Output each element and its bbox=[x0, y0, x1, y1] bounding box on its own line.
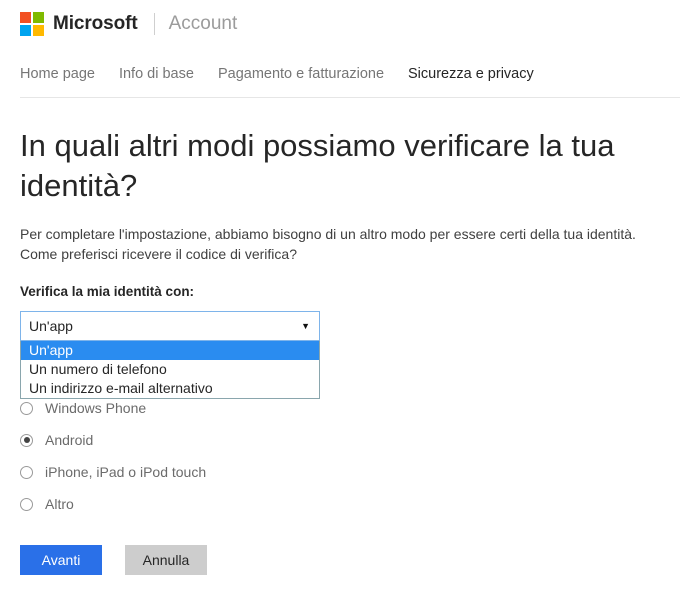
verification-method-dropdown-list[interactable]: Un'app Un numero di telefono Un indirizz… bbox=[20, 341, 320, 399]
nav-item-home-page[interactable]: Home page bbox=[20, 66, 95, 82]
logo-tile-blue bbox=[20, 25, 31, 36]
radio-row-iphone[interactable]: iPhone, iPad o iPod touch bbox=[20, 456, 340, 488]
page-title: In quali altri modi possiamo verificare … bbox=[20, 128, 615, 203]
radio-icon-windows-phone[interactable] bbox=[20, 401, 33, 415]
device-type-radio-group: Windows Phone Android iPhone, iPad o iPo… bbox=[20, 392, 340, 520]
radio-icon-iphone[interactable] bbox=[20, 465, 33, 479]
radio-label-altro: Altro bbox=[45, 496, 74, 512]
dropdown-option-alternate-email[interactable]: Un indirizzo e-mail alternativo bbox=[21, 379, 319, 398]
next-button[interactable]: Avanti bbox=[20, 545, 102, 575]
page-header: Microsoft Account bbox=[0, 0, 680, 56]
select-selected-value: Un'app bbox=[29, 318, 73, 334]
form-actions: Avanti Annulla bbox=[20, 545, 207, 575]
brand-separator bbox=[153, 13, 155, 35]
nav-item-sicurezza-e-privacy[interactable]: Sicurezza e privacy bbox=[408, 66, 534, 82]
radio-label-android: Android bbox=[45, 432, 94, 448]
brand-lockup[interactable]: Microsoft Account bbox=[20, 12, 237, 36]
radio-row-altro[interactable]: Altro bbox=[20, 488, 340, 520]
nav-item-info-di-base[interactable]: Info di base bbox=[119, 66, 194, 82]
chevron-down-icon: ▼ bbox=[301, 320, 310, 331]
radio-label-iphone: iPhone, iPad o iPod touch bbox=[45, 464, 207, 480]
brand-name: Microsoft bbox=[53, 13, 138, 34]
logo-tile-yellow bbox=[33, 25, 44, 36]
radio-icon-android[interactable] bbox=[20, 433, 33, 447]
nav-item-pagamento-e-fatturazione[interactable]: Pagamento e fatturazione bbox=[218, 66, 384, 82]
select-closed-display[interactable]: Un'app ▼ bbox=[20, 311, 320, 341]
primary-nav: Home page Info di base Pagamento e fattu… bbox=[20, 66, 558, 82]
dropdown-option-phone-number[interactable]: Un numero di telefono bbox=[21, 360, 319, 379]
microsoft-logo-icon bbox=[20, 12, 44, 36]
verification-method-select[interactable]: Un'app ▼ bbox=[20, 311, 320, 341]
radio-row-android[interactable]: Android bbox=[20, 424, 340, 456]
cancel-button[interactable]: Annulla bbox=[125, 545, 207, 575]
logo-tile-red bbox=[20, 12, 31, 23]
verification-method-label: Verifica la mia identità con: bbox=[20, 284, 195, 299]
intro-paragraph: Per completare l'impostazione, abbiamo b… bbox=[20, 226, 636, 262]
radio-label-windows-phone: Windows Phone bbox=[45, 400, 147, 416]
dropdown-option-app[interactable]: Un'app bbox=[21, 341, 319, 360]
logo-tile-green bbox=[33, 12, 44, 23]
nav-divider bbox=[20, 97, 680, 98]
sub-brand-label: Account bbox=[168, 13, 238, 34]
radio-icon-altro[interactable] bbox=[20, 497, 33, 511]
